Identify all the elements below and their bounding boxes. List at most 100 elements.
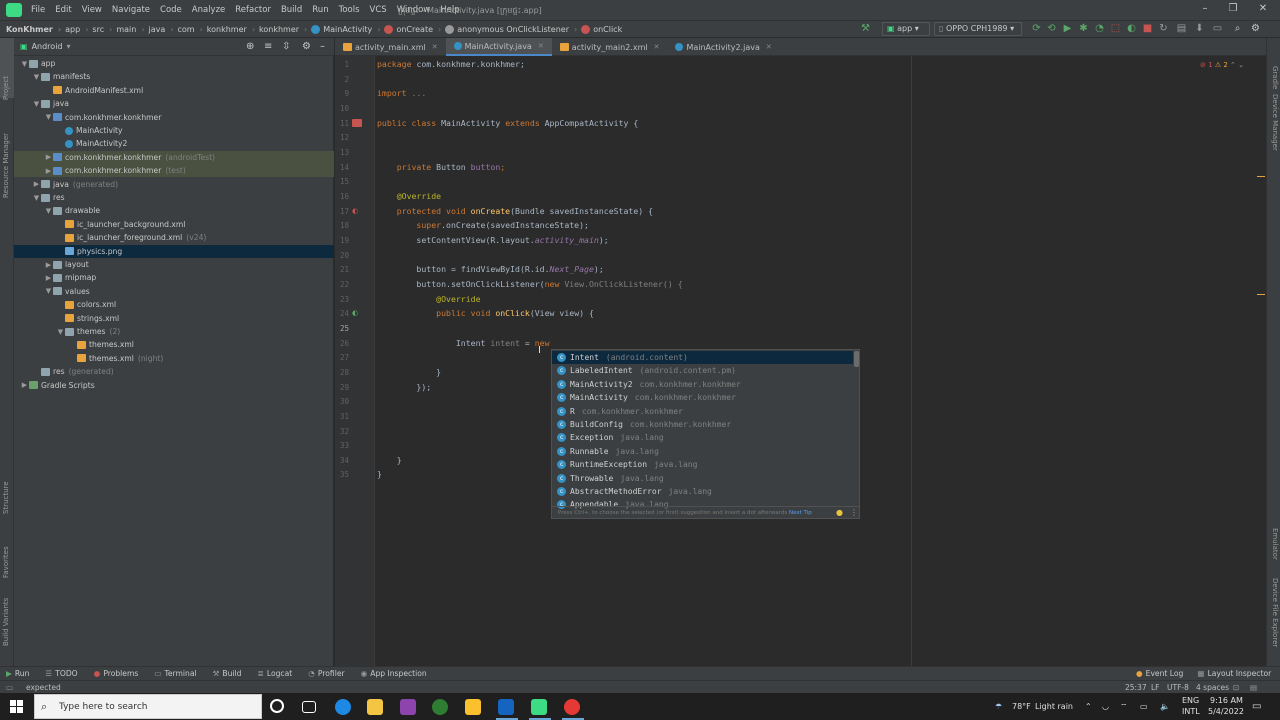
layout-inspector-button[interactable]: Layout Inspector [1208,669,1272,678]
menu-refactor[interactable]: Refactor [230,5,276,15]
file-explorer-icon[interactable] [367,699,383,715]
close-icon[interactable]: ✕ [1256,3,1270,17]
menu-edit[interactable]: Edit [50,5,76,15]
attach-debugger-icon[interactable]: ⬚ [1110,23,1121,34]
chevron-down-icon[interactable]: ▼ [44,207,53,215]
tree-item[interactable]: ▼ drawable [14,204,334,217]
indent-setting[interactable]: 4 spaces [1196,683,1229,692]
menu-navigate[interactable]: Navigate [107,5,155,15]
chevron-down-icon[interactable]: ▼ [44,113,53,121]
profile-icon[interactable]: ◔ [1094,23,1105,34]
error-stripe-mark[interactable] [1257,294,1265,295]
avd-manager-icon[interactable]: ▤ [1176,23,1187,34]
device-mirror-icon[interactable]: ▭ [1212,23,1223,34]
tree-item[interactable]: themes.xml (night) [14,352,334,365]
editor-tab[interactable]: activity_main.xml ✕ [335,38,446,56]
chevron-up-icon[interactable]: ⌃ [1085,702,1092,711]
editor-tab[interactable]: activity_main2.xml ✕ [552,38,668,56]
chrome-icon[interactable] [564,699,580,715]
xbox-icon[interactable] [432,699,448,715]
menu-vcs[interactable]: VCS [365,5,392,15]
lock-icon[interactable]: ⊡ [1233,683,1239,692]
breadcrumb-item[interactable]: konkhmer › [205,25,257,34]
tree-item[interactable]: ic_launcher_foreground.xml (v24) [14,231,334,244]
tree-item[interactable]: ▼ java [14,97,334,110]
tool-problems-button[interactable]: ● Problems [94,669,139,678]
task-view-icon[interactable] [302,701,316,713]
breadcrumb-item[interactable]: main › [114,25,146,34]
menu-file[interactable]: File [26,5,50,15]
edge-icon[interactable] [335,699,351,715]
tree-item[interactable]: ▼ themes (2) [14,325,334,338]
maximize-icon[interactable]: ❐ [1226,3,1240,17]
breadcrumb-item[interactable]: anonymous OnClickListener › [443,24,579,34]
completion-item[interactable]: c AbstractMethodError java.lang [552,485,853,498]
tree-item[interactable]: ▶ layout [14,258,334,271]
device-select[interactable]: ▯ OPPO CPH1989 ▾ [934,22,1022,36]
tool-profiler-button[interactable]: ◔ Profiler [308,669,344,678]
favorites-tab[interactable]: Favorites [2,546,10,578]
tree-item[interactable]: MainActivity [14,124,334,137]
collapse-all-icon[interactable]: ≡ [264,41,272,52]
app-icon[interactable] [400,699,416,715]
tree-item[interactable]: ▼ values [14,285,334,298]
chevron-down-icon[interactable]: ▼ [32,100,41,108]
completion-item[interactable]: c MainActivity2 com.konkhmer.konkhmer [552,378,853,391]
tree-item[interactable]: MainActivity2 [14,137,334,150]
implements-marker-icon[interactable]: ◐ [352,309,358,317]
language-bottom[interactable]: INTL [1182,707,1200,716]
language-top[interactable]: ENG [1182,696,1199,705]
completion-item[interactable]: c RuntimeException java.lang [552,458,853,471]
close-icon[interactable]: ✕ [432,43,438,51]
resource-manager-tab[interactable]: Resource Manager [2,133,10,198]
chevron-right-icon[interactable]: ▶ [44,167,53,175]
status-panel-icon[interactable]: ▭ [6,683,13,692]
breadcrumb-item[interactable]: src › [90,25,114,34]
chevron-down-icon[interactable]: ▼ [32,73,41,81]
menu-view[interactable]: View [77,5,107,15]
project-tool-tab[interactable]: Project [2,76,10,100]
battery-icon[interactable]: ▭ [1140,702,1148,711]
gradle-tab[interactable]: Gradle [1271,66,1279,89]
tool-todo-button[interactable]: ☰ TODO [45,669,77,678]
tree-item[interactable]: themes.xml [14,338,334,351]
more-options-icon[interactable]: ⋮ [850,508,858,517]
chevron-right-icon[interactable]: ▶ [44,261,53,269]
build-variants-tab[interactable]: Build Variants [2,598,10,646]
word-icon[interactable] [498,699,514,715]
next-tip-link[interactable]: Next Tip [789,510,812,516]
completion-item[interactable]: c Exception java.lang [552,431,853,444]
completion-item[interactable]: c BuildConfig com.konkhmer.konkhmer [552,418,853,431]
completion-item[interactable]: c Runnable java.lang [552,445,853,458]
inspection-widget[interactable]: ⊘ 1 ⚠ 2 ⌃ ⌄ [1200,61,1244,69]
chevron-right-icon[interactable]: ▶ [32,180,41,188]
chevron-right-icon[interactable]: ▶ [20,381,29,389]
chevron-down-icon[interactable]: ▼ [32,194,41,202]
event-log-button[interactable]: Event Log [1146,669,1184,678]
chevron-down-icon[interactable]: ▼ [56,328,65,336]
taskbar-search-box[interactable]: ⌕ Type here to search [34,694,262,719]
menu-code[interactable]: Code [155,5,187,15]
breadcrumb-item[interactable]: java › [147,25,176,34]
popup-scrollbar[interactable] [854,351,859,367]
menu-run[interactable]: Run [307,5,333,15]
override-marker-icon[interactable]: ◐ [352,207,358,215]
device-manager-tab[interactable]: Device Manager [1271,94,1279,151]
breadcrumb-item[interactable]: onCreate › [382,24,443,34]
weather-desc[interactable]: Light rain [1035,702,1073,711]
coverage-icon[interactable]: ◐ [1126,23,1137,34]
device-file-explorer-tab[interactable]: Device File Explorer [1271,578,1279,647]
run-config-select[interactable]: ▣ app ▾ [882,22,930,36]
line-separator[interactable]: LF [1151,683,1160,692]
breadcrumb-item[interactable]: com › [175,25,204,34]
tree-item[interactable]: ic_launcher_background.xml [14,218,334,231]
hide-panel-icon[interactable]: – [320,41,325,52]
sync-icon[interactable]: ↻ [1158,23,1169,34]
tree-item[interactable]: ▶ java (generated) [14,178,334,191]
menu-tools[interactable]: Tools [334,5,365,15]
completion-item[interactable]: c LabeledIntent (android.content.pm) [552,364,853,377]
clock-date[interactable]: 5/4/2022 [1208,707,1244,716]
tree-item[interactable]: ▼ com.konkhmer.konkhmer [14,111,334,124]
tree-item[interactable]: physics.png [14,244,334,258]
memory-indicator-icon[interactable]: ▤ [1250,683,1257,692]
